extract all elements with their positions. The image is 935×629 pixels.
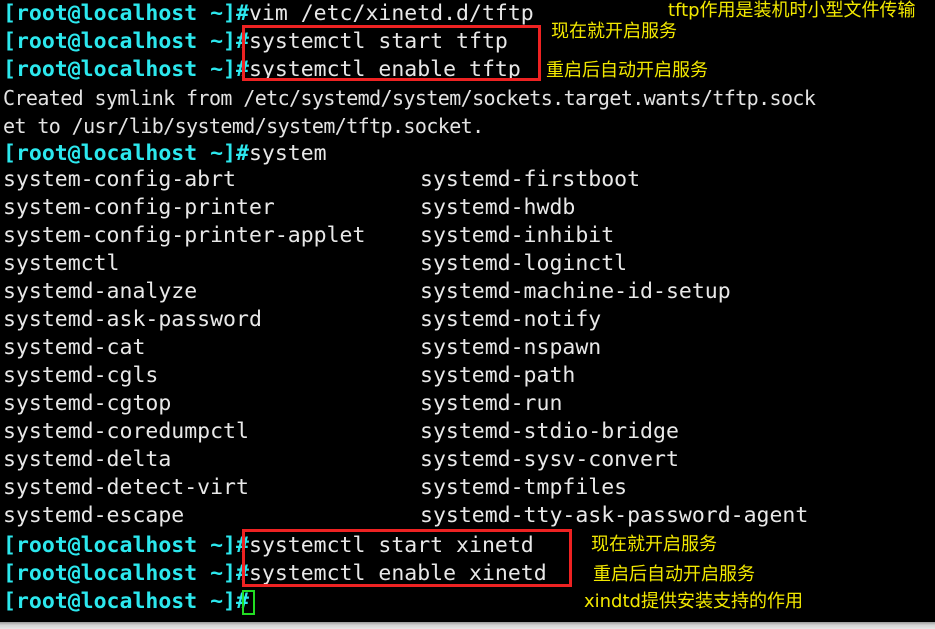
shell-prompt: [root@localhost ~]# xyxy=(3,57,249,82)
completion-item: systemd-tty-ask-password-agent xyxy=(420,503,809,528)
completion-list: system-config-abrt systemd-firstboot syst… xyxy=(3,166,928,530)
shell-command: vim /etc/xinetd.d/tftp xyxy=(248,1,534,26)
terminal-line: [root@localhost ~]#vim /etc/xinetd.d/tft… xyxy=(3,0,534,28)
terminal-window[interactable]: [root@localhost ~]#vim /etc/xinetd.d/tft… xyxy=(0,0,935,622)
annotation-auto-start-top: 重启后自动开启服务 xyxy=(546,60,708,81)
completion-row: systemd-cgls systemd-path xyxy=(3,362,928,390)
terminal-line: [root@localhost ~]#system xyxy=(3,140,327,168)
completion-item: systemctl xyxy=(3,251,120,276)
terminal-line: [root@localhost ~]#systemctl start xinet… xyxy=(3,532,534,560)
completion-row: systemd-ask-password systemd-notify xyxy=(3,306,928,334)
shell-prompt: [root@localhost ~]# xyxy=(3,533,249,558)
completion-item: systemd-hwdb xyxy=(420,195,576,220)
annotation-tftp-purpose: tftp作用是装机时小型文件传输 xyxy=(668,0,916,21)
shell-prompt: [root@localhost ~]# xyxy=(3,589,249,614)
completion-row: systemd-analyze systemd-machine-id-setup xyxy=(3,278,928,306)
shell-command: systemctl start tftp xyxy=(248,29,508,54)
completion-item: systemd-tmpfiles xyxy=(420,475,628,500)
completion-row: systemd-escape systemd-tty-ask-password-a… xyxy=(3,502,928,530)
annotation-start-now-top: 现在就开启服务 xyxy=(551,21,677,42)
completion-item: systemd-path xyxy=(420,363,576,388)
shell-command: system xyxy=(248,141,327,166)
completion-item: system-config-printer-applet xyxy=(3,223,366,248)
completion-row: systemd-detect-virt systemd-tmpfiles xyxy=(3,474,928,502)
completion-item: systemd-notify xyxy=(420,307,602,332)
desktop-taskbar-strip xyxy=(0,622,935,629)
terminal-output-line: et to /usr/lib/systemd/system/tftp.socke… xyxy=(3,114,484,138)
terminal-line: [root@localhost ~]#systemctl enable xine… xyxy=(3,560,547,588)
completion-row: systemd-coredumpctl systemd-stdio-bridge xyxy=(3,418,928,446)
completion-item: systemd-escape xyxy=(3,503,185,528)
annotation-start-now-bottom: 现在就开启服务 xyxy=(591,534,717,555)
completion-item: systemd-firstboot xyxy=(420,167,641,192)
shell-prompt: [root@localhost ~]# xyxy=(3,1,249,26)
completion-row: system-config-abrt systemd-firstboot xyxy=(3,166,928,194)
shell-command: systemctl enable xinetd xyxy=(248,561,547,586)
completion-item: systemd-cat xyxy=(3,335,146,360)
completion-row: systemd-cgtop systemd-run xyxy=(3,390,928,418)
terminal-line: [root@localhost ~]# xyxy=(3,588,249,616)
completion-item: systemd-cgtop xyxy=(3,391,172,416)
completion-row: systemd-cat systemd-nspawn xyxy=(3,334,928,362)
shell-prompt: [root@localhost ~]# xyxy=(3,29,249,54)
completion-item: systemd-detect-virt xyxy=(3,475,249,500)
completion-item: systemd-coredumpctl xyxy=(3,419,249,444)
completion-item: systemd-inhibit xyxy=(420,223,615,248)
completion-item: system-config-abrt xyxy=(3,167,236,192)
completion-row: systemctl systemd-loginctl xyxy=(3,250,928,278)
shell-command: systemctl enable tftp xyxy=(248,57,521,82)
shell-prompt: [root@localhost ~]# xyxy=(3,141,249,166)
text-cursor xyxy=(242,590,255,615)
completion-item: systemd-loginctl xyxy=(420,251,628,276)
completion-item: system-config-printer xyxy=(3,195,275,220)
shell-command: systemctl start xinetd xyxy=(248,533,534,558)
completion-item: systemd-sysv-convert xyxy=(420,447,679,472)
terminal-line: [root@localhost ~]#systemctl start tftp xyxy=(3,28,508,56)
completion-item: systemd-machine-id-setup xyxy=(420,279,731,304)
annotation-xinetd-purpose: xindtd提供安装支持的作用 xyxy=(584,591,803,612)
shell-prompt: [root@localhost ~]# xyxy=(3,561,249,586)
annotation-auto-start-bottom: 重启后自动开启服务 xyxy=(593,564,755,585)
terminal-line: [root@localhost ~]#systemctl enable tftp xyxy=(3,56,521,84)
completion-row: system-config-printer-applet systemd-inhi… xyxy=(3,222,928,250)
completion-item: systemd-delta xyxy=(3,447,172,472)
terminal-output-line: Created symlink from /etc/systemd/system… xyxy=(3,86,816,110)
completion-item: systemd-stdio-bridge xyxy=(420,419,679,444)
completion-item: systemd-cgls xyxy=(3,363,159,388)
completion-item: systemd-analyze xyxy=(3,279,198,304)
completion-item: systemd-ask-password xyxy=(3,307,262,332)
completion-item: systemd-nspawn xyxy=(420,335,602,360)
completion-row: systemd-delta systemd-sysv-convert xyxy=(3,446,928,474)
completion-row: system-config-printer systemd-hwdb xyxy=(3,194,928,222)
completion-item: systemd-run xyxy=(420,391,563,416)
